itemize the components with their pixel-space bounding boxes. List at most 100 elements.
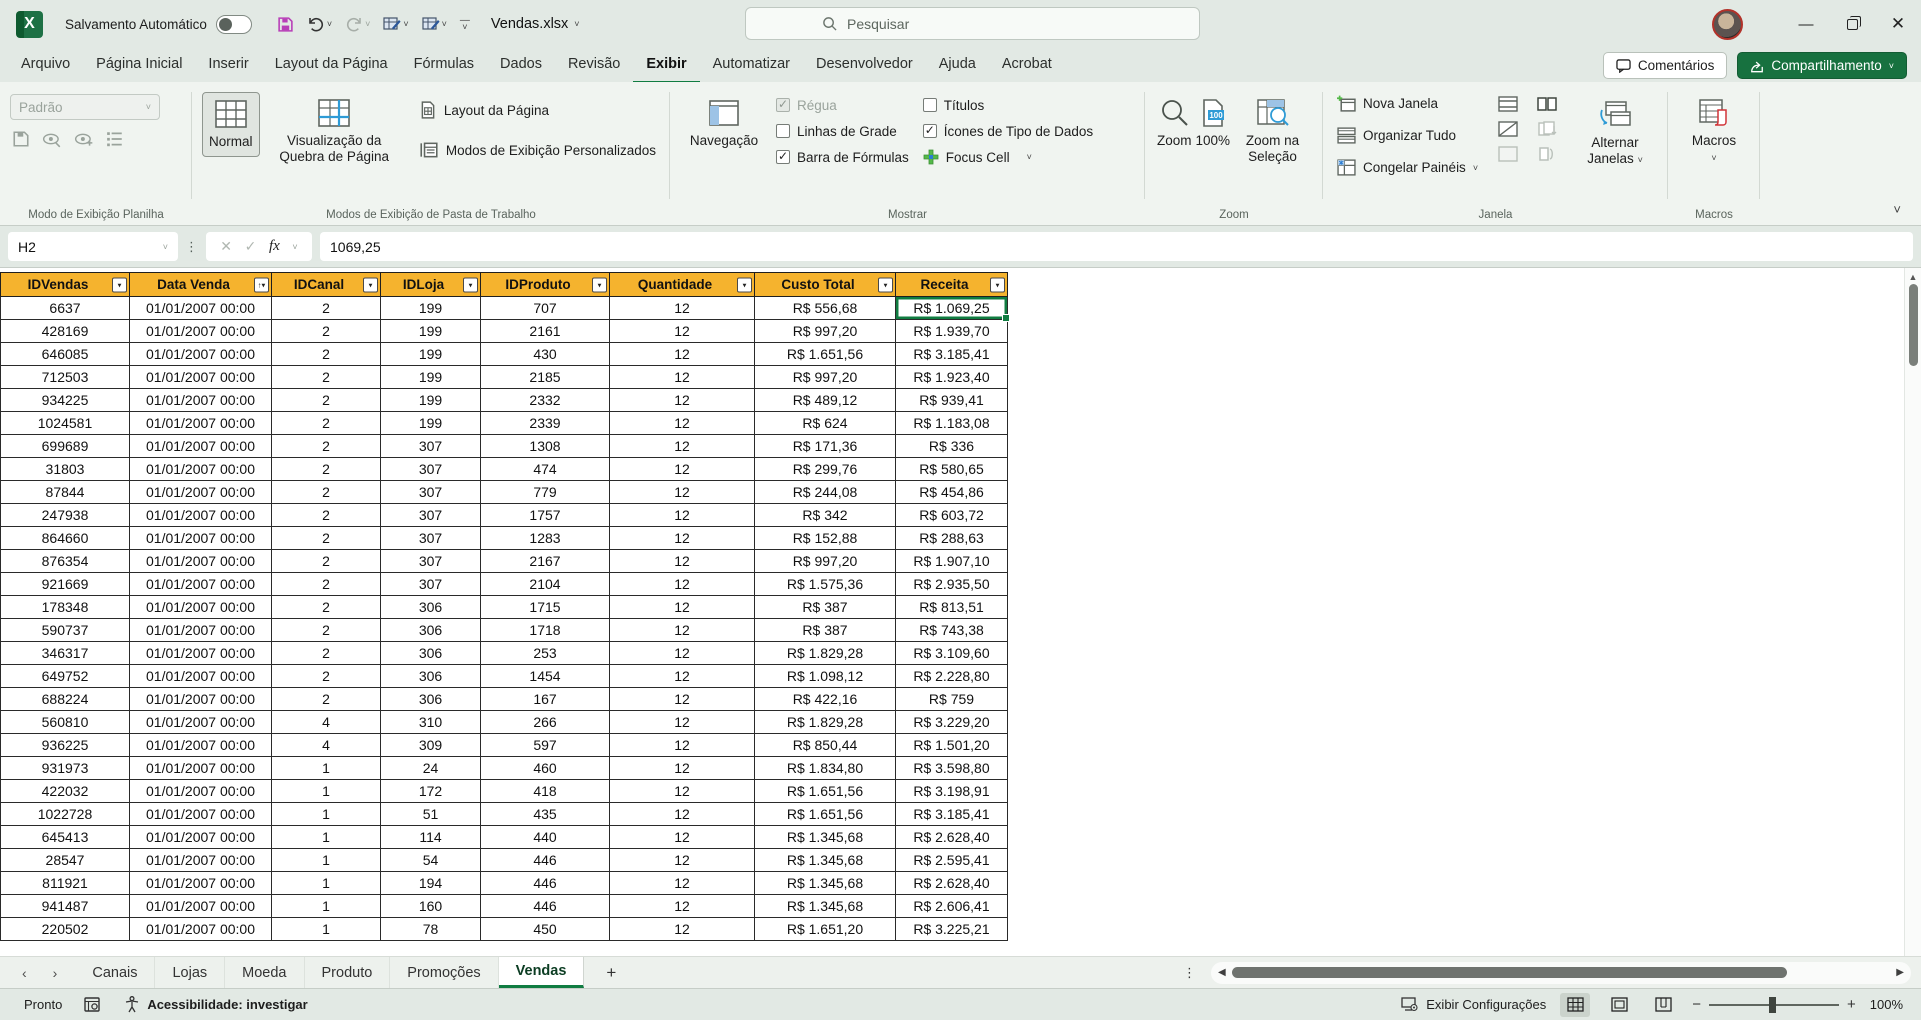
cell[interactable]: R$ 3.109,60: [896, 642, 1008, 665]
cell[interactable]: R$ 387: [755, 619, 896, 642]
table-format-button[interactable]: ˅: [419, 13, 450, 35]
cell[interactable]: 12: [610, 527, 755, 550]
new-sheet-button[interactable]: +: [584, 957, 638, 988]
menu-tab-acrobat[interactable]: Acrobat: [989, 47, 1065, 83]
page-layout-view-button[interactable]: Layout da Página: [415, 98, 660, 122]
save-button[interactable]: [274, 13, 297, 36]
custom-views-button[interactable]: Modos de Exibição Personalizados: [415, 138, 660, 162]
tab-overflow-menu[interactable]: ⋮: [1183, 957, 1211, 988]
cell[interactable]: 12: [610, 642, 755, 665]
formula-bar-handle[interactable]: ⋮: [185, 239, 199, 255]
cell[interactable]: 307: [381, 435, 481, 458]
table-style-button[interactable]: ˅: [380, 13, 411, 35]
cell[interactable]: 01/01/2007 00:00: [130, 458, 272, 481]
cell[interactable]: 649752: [1, 665, 130, 688]
split-icon[interactable]: [1498, 96, 1518, 112]
cell[interactable]: 01/01/2007 00:00: [130, 711, 272, 734]
cell[interactable]: 1: [272, 826, 381, 849]
cell[interactable]: R$ 336: [896, 435, 1008, 458]
cell[interactable]: R$ 3.185,41: [896, 343, 1008, 366]
filter-button-idproduto[interactable]: ▾: [592, 277, 607, 292]
filter-button-custo-total[interactable]: ▾: [878, 277, 893, 292]
checkbox-barra-de-formulas[interactable]: Barra de Fórmulas: [776, 144, 909, 170]
minimize-button[interactable]: —: [1783, 0, 1829, 48]
cell[interactable]: 306: [381, 642, 481, 665]
selected-cell[interactable]: R$ 1.069,25: [896, 297, 1008, 320]
cell[interactable]: 307: [381, 504, 481, 527]
cell[interactable]: 178348: [1, 596, 130, 619]
cell[interactable]: 28547: [1, 849, 130, 872]
cell[interactable]: 474: [481, 458, 610, 481]
cell[interactable]: 2: [272, 665, 381, 688]
cell[interactable]: 12: [610, 481, 755, 504]
cell[interactable]: 266: [481, 711, 610, 734]
cell[interactable]: R$ 1.575,36: [755, 573, 896, 596]
cell[interactable]: R$ 997,20: [755, 550, 896, 573]
accessibility-status[interactable]: Acessibilidade: investigar: [147, 997, 307, 1012]
cell[interactable]: 440: [481, 826, 610, 849]
cell[interactable]: 1024581: [1, 412, 130, 435]
menu-tab-revisao[interactable]: Revisão: [555, 47, 633, 83]
menu-tab-formulas[interactable]: Fórmulas: [401, 47, 487, 83]
cell[interactable]: 12: [610, 412, 755, 435]
cell[interactable]: 1283: [481, 527, 610, 550]
menu-tab-layout-da-pagina[interactable]: Layout da Página: [262, 47, 401, 83]
cell[interactable]: 247938: [1, 504, 130, 527]
insert-function-icon[interactable]: fx: [269, 238, 280, 255]
cell[interactable]: 12: [610, 872, 755, 895]
cell[interactable]: R$ 244,08: [755, 481, 896, 504]
cell[interactable]: R$ 3.185,41: [896, 803, 1008, 826]
cell[interactable]: 194: [381, 872, 481, 895]
redo-button[interactable]: ˅: [342, 13, 373, 35]
synchronous-scrolling-icon[interactable]: [1536, 121, 1558, 137]
search-input[interactable]: Pesquisar: [745, 7, 1200, 40]
scroll-right-icon[interactable]: ▶: [1896, 967, 1904, 978]
keep-sheet-view-icon[interactable]: [12, 130, 30, 148]
cell[interactable]: 12: [610, 504, 755, 527]
cell[interactable]: 1: [272, 803, 381, 826]
customize-qat-button[interactable]: —˅: [457, 15, 473, 33]
cell[interactable]: R$ 489,12: [755, 389, 896, 412]
cell[interactable]: 712503: [1, 366, 130, 389]
cell[interactable]: 811921: [1, 872, 130, 895]
cell[interactable]: R$ 2.628,40: [896, 872, 1008, 895]
focus-cell-chevron-icon[interactable]: ˅: [1027, 152, 1032, 162]
filter-button-idloja[interactable]: ▾: [463, 277, 478, 292]
cell[interactable]: R$ 1.834,80: [755, 757, 896, 780]
cell[interactable]: R$ 1.829,28: [755, 642, 896, 665]
cell[interactable]: 1: [272, 918, 381, 941]
macros-button[interactable]: Macros˅: [1686, 92, 1742, 172]
cell[interactable]: 12: [610, 688, 755, 711]
fx-chevron-icon[interactable]: ˅: [292, 242, 297, 252]
cell[interactable]: 01/01/2007 00:00: [130, 366, 272, 389]
menu-tab-ajuda[interactable]: Ajuda: [926, 47, 989, 83]
cell[interactable]: 2: [272, 297, 381, 320]
cell[interactable]: R$ 1.501,20: [896, 734, 1008, 757]
horizontal-scrollbar[interactable]: ◀ ▶: [1211, 962, 1911, 984]
cell[interactable]: 460: [481, 757, 610, 780]
cell[interactable]: 2332: [481, 389, 610, 412]
cell[interactable]: 12: [610, 757, 755, 780]
checkbox-box-icones-de-tipo-de-dados[interactable]: [923, 124, 937, 138]
cell[interactable]: R$ 288,63: [896, 527, 1008, 550]
filter-button-quantidade[interactable]: ▾: [737, 277, 752, 292]
cell[interactable]: R$ 1.183,08: [896, 412, 1008, 435]
sheet-view-options-icon[interactable]: [106, 130, 124, 148]
cell[interactable]: R$ 939,41: [896, 389, 1008, 412]
cell[interactable]: 12: [610, 665, 755, 688]
filter-button-idcanal[interactable]: ▾: [363, 277, 378, 292]
cell[interactable]: 2: [272, 573, 381, 596]
cell[interactable]: 707: [481, 297, 610, 320]
cell[interactable]: 307: [381, 573, 481, 596]
cell[interactable]: 2: [272, 504, 381, 527]
cell[interactable]: 12: [610, 366, 755, 389]
sheet-tab-moeda[interactable]: Moeda: [225, 957, 304, 988]
normal-view-button[interactable]: Normal: [202, 92, 260, 157]
zoom-level[interactable]: 100%: [1870, 997, 1903, 1012]
next-sheet-icon[interactable]: ›: [53, 965, 58, 981]
cell[interactable]: 2167: [481, 550, 610, 573]
cell[interactable]: 2: [272, 412, 381, 435]
cell[interactable]: 921669: [1, 573, 130, 596]
cell[interactable]: 01/01/2007 00:00: [130, 596, 272, 619]
cell[interactable]: 253: [481, 642, 610, 665]
